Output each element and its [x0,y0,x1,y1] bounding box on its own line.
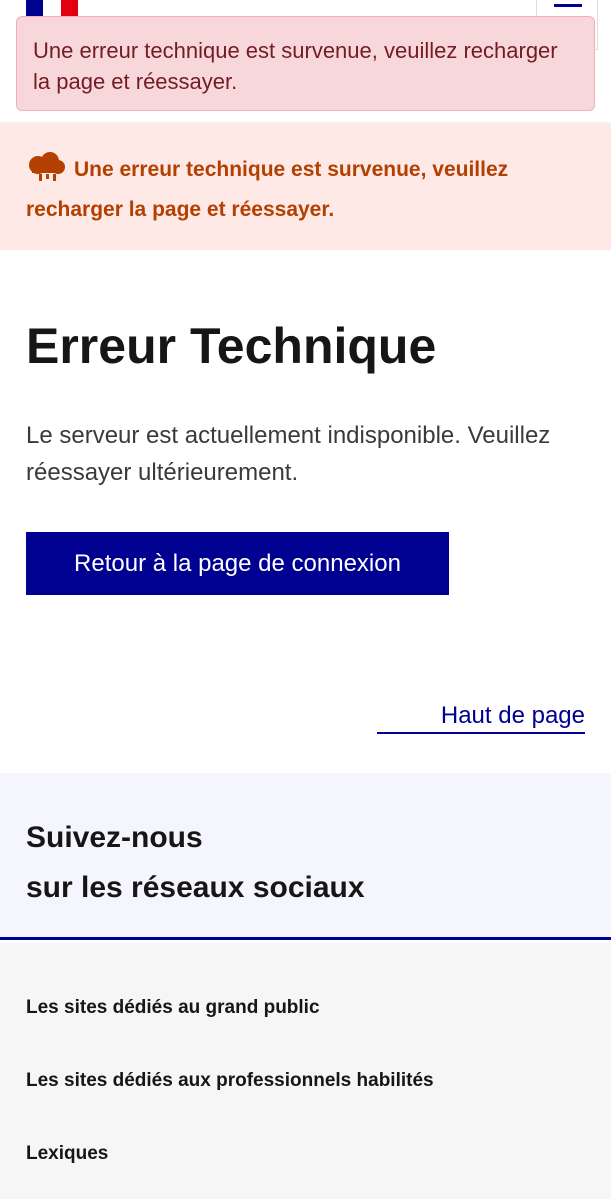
social-title-line2: sur les réseaux sociaux [26,871,365,904]
footer-link-professionnels[interactable]: Les sites dédiés aux professionnels habi… [26,1067,434,1095]
footer-link-grand-public[interactable]: Les sites dédiés au grand public [26,994,320,1022]
republique-francaise-flag-icon[interactable] [26,0,78,16]
cloud-storm-icon [29,152,65,181]
back-to-top-link[interactable]: Haut de page [377,698,585,734]
social-title: Suivez-nous sur les réseaux sociaux [26,813,586,913]
hamburger-menu-icon [554,4,582,7]
social-section: Suivez-nous sur les réseaux sociaux [0,773,611,940]
social-title-line1: Suivez-nous [26,821,203,854]
page: Une erreur technique est survenue, veuil… [0,0,611,1199]
footer: Les sites dédiés au grand public Les sit… [0,943,611,1199]
back-to-login-button[interactable]: Retour à la page de connexion [26,532,449,595]
error-toast: Une erreur technique est survenue, veuil… [16,16,595,111]
toast-message: Une erreur technique est survenue, veuil… [33,38,558,94]
alert-message: Une erreur technique est survenue, veuil… [26,158,509,221]
error-description: Le serveur est actuellement indisponible… [26,422,551,486]
page-title: Erreur Technique [26,318,437,374]
error-alert-banner: Une erreur technique est survenue, veuil… [0,124,611,250]
footer-link-lexiques[interactable]: Lexiques [26,1140,108,1168]
